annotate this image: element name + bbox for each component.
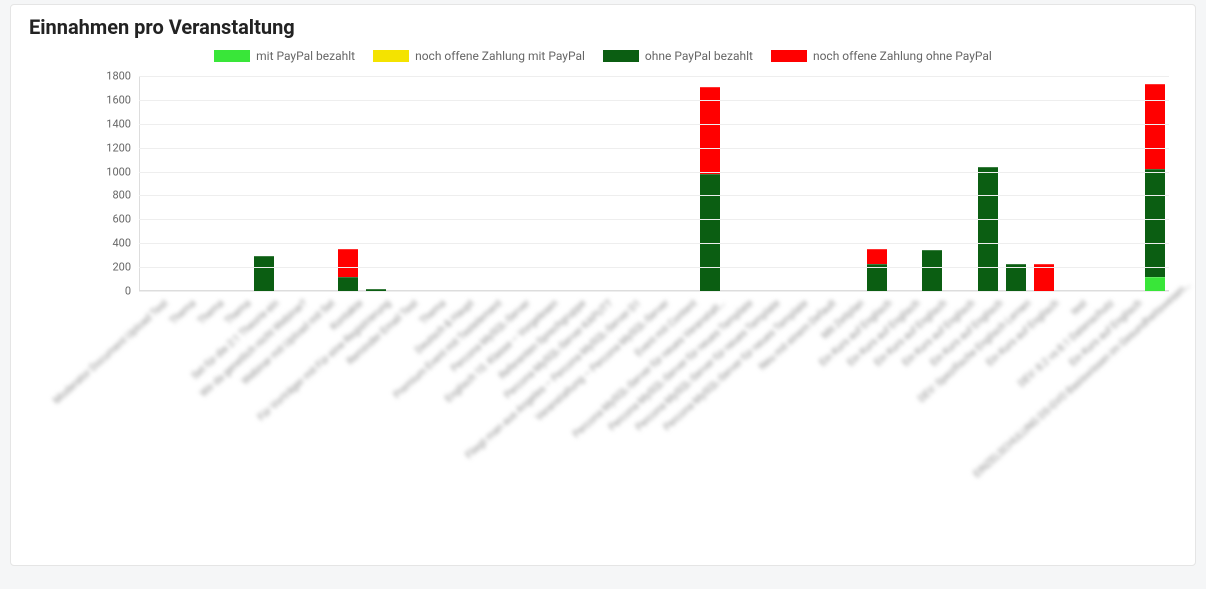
legend-label: noch offene Zahlung mit PayPal (415, 49, 585, 63)
legend-item-paypal-open[interactable]: noch offene Zahlung mit PayPal (373, 49, 585, 63)
bar[interactable] (588, 76, 608, 291)
bar[interactable] (1062, 76, 1082, 291)
bar[interactable] (616, 76, 636, 291)
bar[interactable] (644, 76, 664, 291)
bar-segment-s4 (338, 249, 358, 276)
bar[interactable] (1089, 76, 1109, 291)
grid-line (139, 291, 1169, 292)
y-tick-label: 200 (112, 261, 139, 274)
x-tick-label: Thema (168, 298, 198, 327)
bar[interactable] (282, 76, 302, 291)
legend-item-paypal-paid[interactable]: mit PayPal bezahlt (214, 49, 355, 63)
x-tick-label: Thema (196, 298, 226, 327)
bar[interactable] (310, 76, 330, 291)
bar[interactable] (338, 76, 358, 291)
bar[interactable] (199, 76, 219, 291)
y-tick-label: 800 (112, 189, 139, 202)
bar[interactable] (672, 76, 692, 291)
grid-line (139, 195, 1169, 196)
x-tick-label: test (1069, 298, 1089, 318)
legend-item-nonpaypal-open[interactable]: noch offene Zahlung ohne PayPal (771, 49, 992, 63)
bar[interactable] (449, 76, 469, 291)
bar-segment-s3 (338, 277, 358, 291)
y-tick-label: 0 (125, 285, 139, 298)
bar[interactable] (950, 76, 970, 291)
y-tick-label: 600 (112, 213, 139, 226)
bar[interactable] (366, 76, 386, 291)
y-tick-label: 400 (112, 237, 139, 250)
legend-label: ohne PayPal bezahlt (645, 49, 753, 63)
bar-segment-s3 (254, 256, 274, 291)
legend-swatch (214, 50, 250, 62)
bar[interactable] (171, 76, 191, 291)
bar[interactable] (978, 76, 998, 291)
bar[interactable] (727, 76, 747, 291)
grid-line (139, 76, 1169, 77)
bar[interactable] (533, 76, 553, 291)
bar[interactable] (922, 76, 942, 291)
y-tick-label: 1200 (106, 141, 139, 154)
chart-legend: mit PayPal bezahlt noch offene Zahlung m… (29, 49, 1177, 63)
grid-line (139, 148, 1169, 149)
bar[interactable] (755, 76, 775, 291)
revenue-per-event-card: Einnahmen pro Veranstaltung mit PayPal b… (10, 4, 1196, 566)
legend-swatch (603, 50, 639, 62)
grid-line (139, 267, 1169, 268)
bar-segment-s1 (1145, 277, 1165, 291)
bar[interactable] (895, 76, 915, 291)
x-tick-label: Moderator Document Upload Test (52, 298, 171, 407)
bar[interactable] (393, 76, 413, 291)
chart: 020040060080010001200140016001800 Modera… (29, 71, 1177, 541)
legend-swatch (771, 50, 807, 62)
bar[interactable] (505, 76, 525, 291)
grid-line (139, 219, 1169, 220)
plot-area: 020040060080010001200140016001800 (139, 76, 1169, 291)
grid-line (139, 172, 1169, 173)
grid-line (139, 124, 1169, 125)
bar-segment-s4 (1145, 84, 1165, 169)
bar[interactable] (700, 76, 720, 291)
bar[interactable] (1145, 76, 1165, 291)
bar[interactable] (867, 76, 887, 291)
y-tick-label: 1600 (106, 93, 139, 106)
bar-segment-s3 (700, 174, 720, 291)
bars-layer (139, 76, 1169, 291)
bar[interactable] (1034, 76, 1054, 291)
chart-title: Einnahmen pro Veranstaltung (29, 15, 1177, 39)
bar[interactable] (477, 76, 497, 291)
legend-label: mit PayPal bezahlt (256, 49, 355, 63)
bar-segment-s4 (867, 249, 887, 263)
grid-line (139, 243, 1169, 244)
bar[interactable] (226, 76, 246, 291)
bar-segment-s3 (922, 250, 942, 291)
y-tick-label: 1000 (106, 165, 139, 178)
grid-line (139, 100, 1169, 101)
legend-label: noch offene Zahlung ohne PayPal (813, 49, 992, 63)
y-tick-label: 1800 (106, 70, 139, 83)
bar[interactable] (143, 76, 163, 291)
bar-segment-s3 (1145, 169, 1165, 277)
bar[interactable] (421, 76, 441, 291)
bar[interactable] (839, 76, 859, 291)
bar[interactable] (811, 76, 831, 291)
bar[interactable] (1117, 76, 1137, 291)
bar[interactable] (1006, 76, 1026, 291)
bar[interactable] (560, 76, 580, 291)
x-axis-labels: Moderator Document Upload TestThemaThema… (139, 296, 1169, 556)
bar[interactable] (783, 76, 803, 291)
legend-item-nonpaypal-paid[interactable]: ohne PayPal bezahlt (603, 49, 753, 63)
bar-segment-s3 (978, 167, 998, 291)
bar[interactable] (254, 76, 274, 291)
legend-swatch (373, 50, 409, 62)
y-tick-label: 1400 (106, 117, 139, 130)
